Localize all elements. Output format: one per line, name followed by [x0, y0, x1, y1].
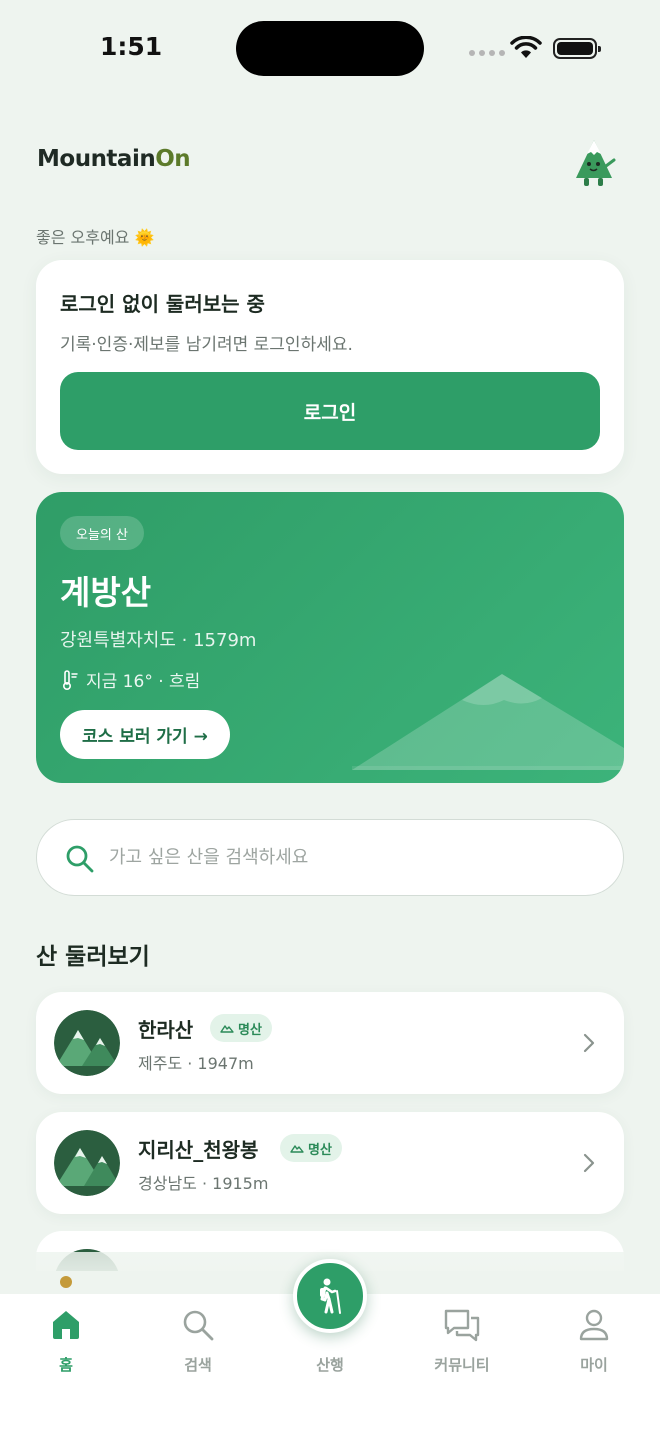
search-icon [66, 845, 94, 873]
app-logo: MountainOn [37, 146, 191, 172]
mascot-avatar-icon[interactable] [572, 138, 616, 190]
person-icon [579, 1309, 609, 1341]
mountain-list-item[interactable]: 한라산 명산 제주도 · 1947m [36, 992, 624, 1094]
mountain-name: 한라산 [138, 1018, 194, 1042]
today-mountain-card[interactable]: 오늘의 산 계방산 강원특별자치도 · 1579m 지금 16° · 흐림 코스… [36, 492, 624, 783]
battery-icon [553, 38, 601, 59]
login-card-description: 기록·인증·제보를 남기려면 로그인하세요. [60, 335, 353, 355]
today-badge: 오늘의 산 [60, 516, 144, 550]
login-card-title: 로그인 없이 둘러보는 중 [60, 292, 265, 316]
hiker-icon [320, 1278, 341, 1314]
mountain-list-item[interactable]: 지리산_천왕봉 명산 경상남도 · 1915m [36, 1112, 624, 1214]
tab-community[interactable]: 커뮤니티 [407, 1294, 517, 1375]
mountain-icon [220, 1025, 234, 1033]
status-time: 1:51 [100, 32, 163, 61]
today-weather: 지금 16° · 흐림 [60, 667, 200, 692]
section-title-explore: 산 둘러보기 [36, 944, 150, 970]
weather-text: 지금 16° · 흐림 [86, 672, 201, 692]
home-icon [53, 1311, 79, 1339]
dynamic-island [236, 21, 424, 76]
search-input[interactable] [109, 820, 589, 894]
search-icon [183, 1310, 214, 1341]
login-button[interactable]: 로그인 [60, 372, 600, 450]
mountain-name: 지리산_천왕봉 [138, 1138, 259, 1162]
tab-home[interactable]: 홈 [11, 1294, 121, 1375]
signal-icon [469, 50, 505, 56]
mountain-illustration [352, 674, 624, 770]
greeting-text: 좋은 오후예요 🌞 [36, 228, 155, 247]
tab-search[interactable]: 검색 [143, 1294, 253, 1375]
view-course-button[interactable]: 코스 보러 가기 → [60, 710, 230, 759]
famous-mountain-badge: 명산 [210, 1014, 272, 1042]
status-bar: 1:51 [0, 0, 660, 100]
login-prompt-card: 로그인 없이 둘러보는 중 기록·인증·제보를 남기려면 로그인하세요. 로그인 [36, 260, 624, 474]
start-hiking-button[interactable] [293, 1259, 367, 1333]
famous-mountain-badge: 명산 [280, 1134, 342, 1162]
mountain-info: 제주도 · 1947m [138, 1054, 254, 1073]
mountain-info: 경상남도 · 1915m [138, 1174, 269, 1193]
tab-my[interactable]: 마이 [539, 1294, 649, 1375]
chevron-right-icon [583, 1033, 595, 1053]
notification-dot [60, 1276, 72, 1288]
mountain-thumbnail [54, 1130, 120, 1196]
mountain-thumbnail [54, 1010, 120, 1076]
thermometer-icon [62, 669, 78, 690]
wifi-icon [510, 36, 542, 58]
chat-icon [444, 1309, 480, 1342]
chevron-right-icon [583, 1153, 595, 1173]
today-mountain-region: 강원특별자치도 · 1579m [60, 630, 257, 651]
today-mountain-name: 계방산 [60, 573, 152, 612]
mountain-search-bar[interactable] [36, 819, 624, 896]
mountain-icon [290, 1145, 304, 1153]
